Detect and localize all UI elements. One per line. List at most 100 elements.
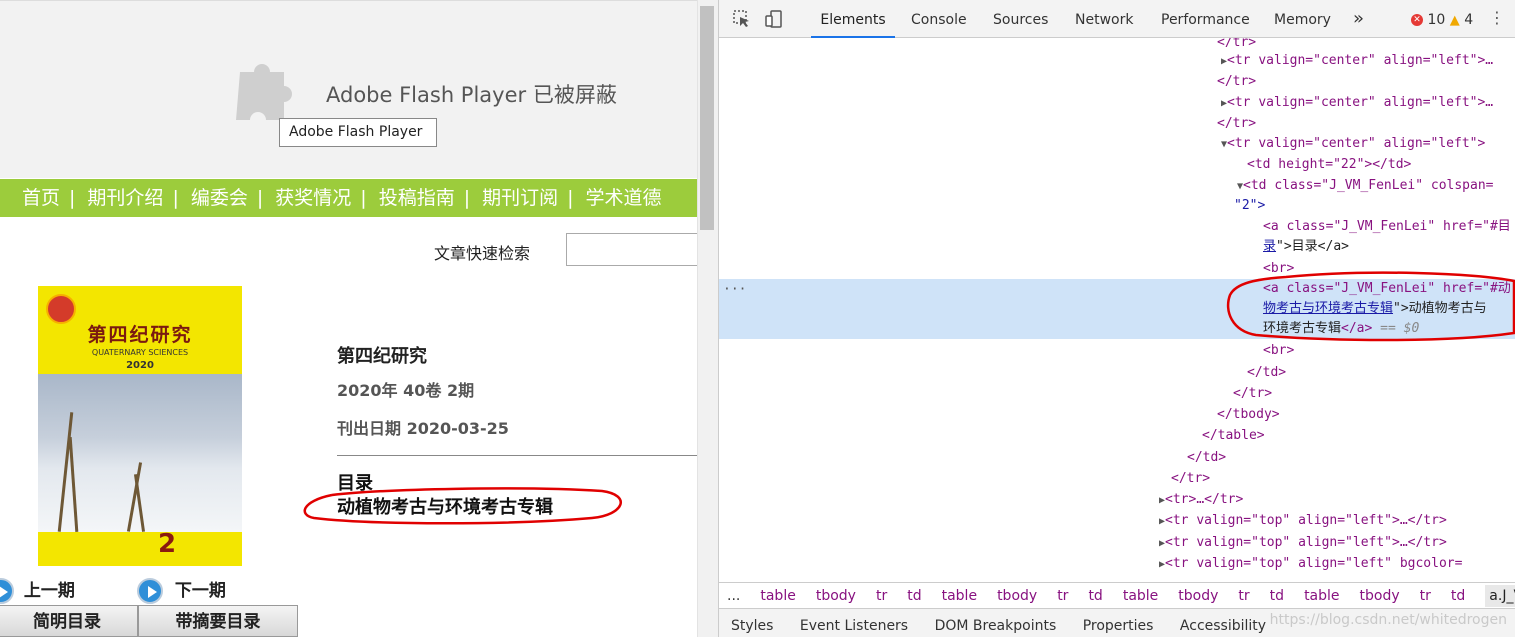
web-page: Adobe Flash Player 已被屏蔽 Adobe Flash Play…: [0, 0, 697, 637]
tree-row[interactable]: ▶<tr valign="center" align="left">…: [719, 50, 1515, 71]
breadcrumb-item[interactable]: ...: [727, 588, 740, 604]
abstract-toc-tab[interactable]: 带摘要目录: [138, 605, 298, 637]
publication-date: 刊出日期 2020-03-25: [337, 419, 509, 438]
tab-console[interactable]: Console: [911, 0, 967, 38]
tab-sources[interactable]: Sources: [993, 0, 1048, 38]
tree-row[interactable]: </table>: [719, 425, 1515, 446]
tree-row[interactable]: ▼<tr valign="center" align="left">: [719, 133, 1515, 154]
journal-title: 第四纪研究: [337, 346, 427, 367]
tree-row[interactable]: ▶<tr valign="top" align="left">…</tr>: [719, 510, 1515, 531]
breadcrumb-item[interactable]: td: [907, 588, 921, 604]
nav-submission-guide[interactable]: 投稿指南: [379, 187, 455, 209]
cover-title-en: QUATERNARY SCIENCES: [91, 348, 189, 357]
prev-issue-label: 上一期: [23, 581, 75, 601]
breadcrumb-item[interactable]: table: [942, 588, 977, 604]
breadcrumb-item[interactable]: tr: [1238, 588, 1249, 604]
tab-network[interactable]: Network: [1075, 0, 1133, 38]
breadcrumb-item[interactable]: tr: [1057, 588, 1068, 604]
breadcrumb-item[interactable]: table: [1123, 588, 1158, 604]
issues-badge[interactable]: ✕ 10 ▲ 4: [1411, 12, 1473, 28]
devtools-panel: Elements Console Sources Network Perform…: [718, 0, 1515, 637]
cover-title-cn: 第四纪研究: [87, 324, 193, 346]
error-count: 10: [1427, 12, 1446, 28]
breadcrumb-item[interactable]: tbody: [997, 588, 1037, 604]
inspect-element-icon[interactable]: [733, 10, 751, 28]
tree-row[interactable]: ▼<td class="J_VM_FenLei" colspan=: [719, 175, 1515, 196]
tree-row[interactable]: 录">目录</a>: [719, 236, 1515, 257]
tab-performance[interactable]: Performance: [1161, 0, 1250, 38]
breadcrumb: ... table tbody tr td table tbody tr td table tbod…: [719, 582, 1515, 608]
nav-awards[interactable]: 获奖情况: [275, 187, 351, 209]
prev-issue-icon: [0, 578, 14, 604]
breadcrumb-item[interactable]: td: [1270, 588, 1284, 604]
subtab-styles[interactable]: Styles: [731, 618, 773, 634]
plugin-puzzle-icon: [236, 64, 292, 120]
breadcrumb-item[interactable]: tbody: [1178, 588, 1218, 604]
prev-issue-button[interactable]: 上一期: [0, 576, 75, 604]
journal-cover-image[interactable]: 第四纪研究 QUATERNARY SCIENCES 2020 2: [38, 286, 242, 566]
tab-elements[interactable]: Elements: [811, 0, 895, 38]
nav-editorial-board[interactable]: 编委会: [191, 187, 248, 209]
quick-search-input[interactable]: [566, 233, 697, 266]
breadcrumb-item[interactable]: tr: [876, 588, 887, 604]
warning-count: 4: [1464, 12, 1474, 28]
tree-row[interactable]: <td height="22"></td>: [719, 154, 1515, 175]
next-issue-icon: [137, 578, 163, 604]
tree-row[interactable]: </tr>: [719, 113, 1515, 134]
flash-blocked-message: Adobe Flash Player 已被屏蔽: [326, 83, 617, 107]
elements-tree[interactable]: </tr> ▶<tr valign="center" align="left">…: [719, 38, 1515, 579]
breadcrumb-item[interactable]: td: [1088, 588, 1102, 604]
red-annotation-circle: [1226, 271, 1515, 342]
nav-separator: |: [360, 187, 367, 209]
tree-row[interactable]: </tr>: [719, 383, 1515, 404]
tree-row[interactable]: ▶<tr valign="center" align="left">…: [719, 92, 1515, 113]
flash-placeholder[interactable]: Adobe Flash Player 已被屏蔽 Adobe Flash Play…: [0, 0, 697, 178]
flash-tooltip: Adobe Flash Player: [279, 118, 437, 147]
cover-issue-number: 2: [158, 529, 177, 559]
subtab-dom-breakpoints[interactable]: DOM Breakpoints: [935, 618, 1057, 634]
tab-memory[interactable]: Memory: [1274, 0, 1331, 38]
tree-row[interactable]: </td>: [719, 362, 1515, 383]
tree-row[interactable]: <br>: [719, 340, 1515, 361]
next-issue-button[interactable]: 下一期: [137, 576, 226, 604]
tree-row[interactable]: </td>: [719, 447, 1515, 468]
cover-year: 2020: [126, 360, 154, 371]
breadcrumb-item[interactable]: a.J_VM_FenLei: [1485, 585, 1515, 607]
nav-separator: |: [463, 187, 471, 209]
tree-row[interactable]: "2">: [719, 195, 1515, 216]
watermark: https://blog.csdn.net/whitedrogen: [1269, 612, 1507, 628]
tree-row[interactable]: ▶<tr valign="top" align="left">…</tr>: [719, 532, 1515, 553]
nav-separator: |: [256, 187, 264, 209]
error-icon: ✕: [1411, 14, 1423, 26]
devtools-menu-icon[interactable]: ⋮: [1489, 8, 1505, 27]
nav-journal-intro[interactable]: 期刊介绍: [87, 187, 163, 209]
nav-separator: |: [172, 187, 179, 209]
breadcrumb-item[interactable]: tr: [1420, 588, 1431, 604]
breadcrumb-item[interactable]: table: [760, 588, 795, 604]
subtab-properties[interactable]: Properties: [1083, 618, 1154, 634]
simple-toc-tab[interactable]: 简明目录: [0, 605, 138, 637]
nav-subscription[interactable]: 期刊订阅: [482, 187, 558, 209]
tree-row[interactable]: </tbody>: [719, 404, 1515, 425]
more-tabs-button[interactable]: »: [1353, 0, 1364, 38]
nav-home[interactable]: 首页: [22, 187, 60, 209]
tree-row[interactable]: </tr>: [719, 71, 1515, 92]
breadcrumb-item[interactable]: td: [1451, 588, 1465, 604]
page-scrollbar-thumb[interactable]: [700, 6, 714, 230]
subtab-accessibility[interactable]: Accessibility: [1180, 618, 1266, 634]
nav-ethics[interactable]: 学术道德: [586, 187, 662, 209]
row-menu-dots[interactable]: ···: [723, 279, 746, 300]
tree-row[interactable]: ▶<tr>…</tr>: [719, 489, 1515, 510]
subtab-event-listeners[interactable]: Event Listeners: [800, 618, 908, 634]
tree-row[interactable]: ▶<tr valign="top" align="left" bgcolor=: [719, 553, 1515, 574]
tree-row[interactable]: <a class="J_VM_FenLei" href="#目: [719, 216, 1515, 237]
breadcrumb-item[interactable]: tbody: [816, 588, 856, 604]
next-issue-label: 下一期: [174, 581, 226, 601]
breadcrumb-item[interactable]: table: [1304, 588, 1339, 604]
device-toolbar-icon[interactable]: [765, 10, 783, 28]
quick-search-label: 文章快速检索: [434, 244, 531, 263]
volume-info: 2020年 40卷 2期: [337, 381, 475, 400]
cover-photo: [38, 374, 242, 532]
tree-row[interactable]: </tr>: [719, 468, 1515, 489]
breadcrumb-item[interactable]: tbody: [1360, 588, 1400, 604]
